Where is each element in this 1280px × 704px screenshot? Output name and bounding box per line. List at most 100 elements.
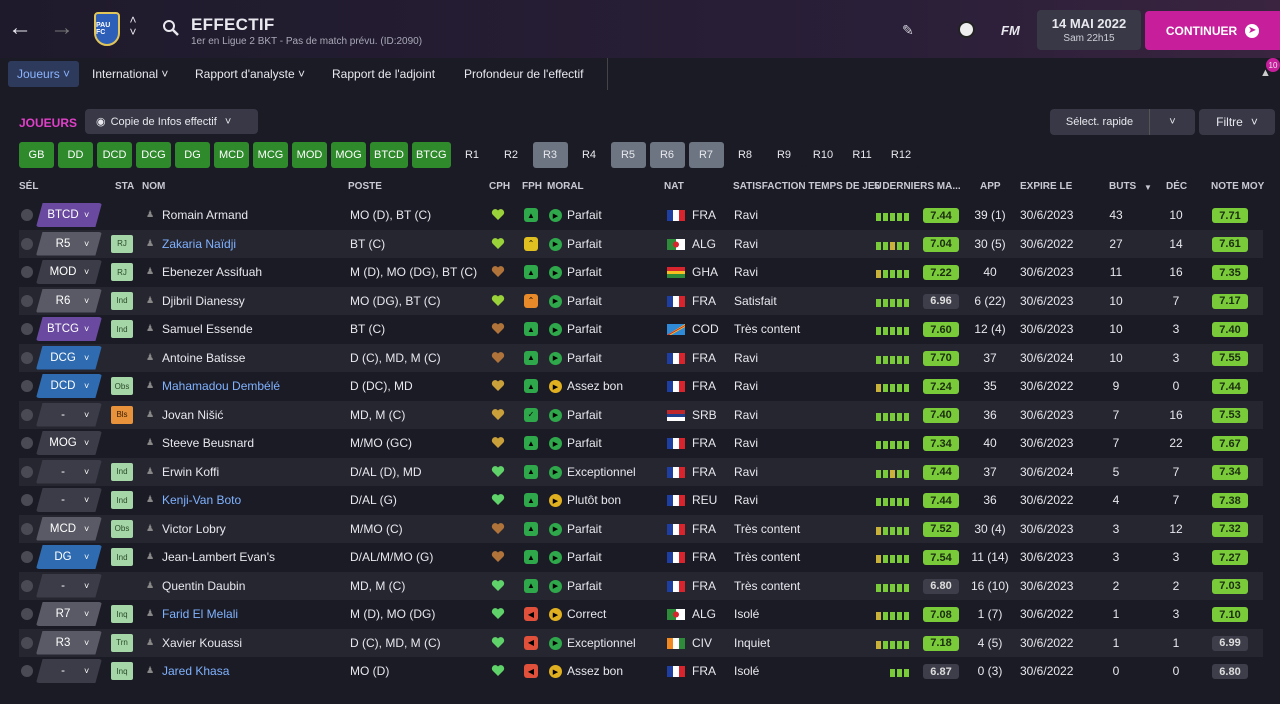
back-arrow-icon[interactable]: ← bbox=[6, 14, 34, 42]
table-row[interactable]: DG ˅ Ind ♟ Jean-Lambert Evan's D/AL/M/MO (G) ▲… bbox=[19, 543, 1263, 571]
player-nation[interactable]: FRA bbox=[692, 208, 716, 222]
menu-joueurs[interactable]: Joueurs ˅ bbox=[8, 61, 80, 87]
position-filter-r9[interactable]: R9 bbox=[766, 142, 802, 168]
col-derniers-matchs[interactable]: 5 DERNIERS MA... bbox=[874, 181, 961, 192]
table-row[interactable]: - ˅ Bls ♟ Jovan Nišić MD, M (C) ✓ ▶ Parfait SRB Ra… bbox=[19, 400, 1263, 429]
position-filter-r3[interactable]: R3 bbox=[532, 142, 568, 168]
position-filter-dcd[interactable]: DCD bbox=[97, 142, 132, 168]
selection-dropdown[interactable]: R7 ˅ bbox=[36, 602, 102, 626]
position-filter-mog[interactable]: MOG bbox=[331, 142, 366, 168]
row-select-checkbox[interactable] bbox=[21, 608, 33, 620]
status-badge[interactable]: Trn bbox=[111, 633, 133, 652]
player-nation[interactable]: CIV bbox=[692, 636, 712, 650]
status-badge[interactable]: Obs bbox=[111, 377, 133, 395]
row-select-checkbox[interactable] bbox=[21, 494, 33, 506]
table-row[interactable]: - ˅ Ind ♟ Kenji-Van Boto D/AL (G) ▲ ▶ Plutôt bon… bbox=[19, 486, 1263, 514]
table-row[interactable]: MOD ˅ RJ ♟ Ebenezer Assifuah M (D), MO (DG), … bbox=[19, 258, 1263, 286]
row-select-checkbox[interactable] bbox=[21, 522, 33, 535]
status-badge[interactable]: Obs bbox=[111, 519, 133, 538]
selection-dropdown[interactable]: MOG ˅ bbox=[36, 431, 102, 455]
status-badge[interactable]: Inq bbox=[111, 605, 133, 623]
selection-dropdown[interactable]: BTCD ˅ bbox=[36, 203, 102, 227]
table-row[interactable]: - ˅ Ind ♟ Erwin Koffi D/AL (D), MD ▲ ▶ Exception… bbox=[19, 457, 1263, 486]
col-dec[interactable]: DÉC bbox=[1166, 181, 1187, 192]
selection-dropdown[interactable]: - ˅ bbox=[36, 573, 102, 598]
player-nation[interactable]: ALG bbox=[692, 607, 716, 621]
menu-rapport-analyste[interactable]: Rapport d'analyste ˅ bbox=[186, 61, 314, 87]
col-sel[interactable]: SÉL bbox=[19, 181, 38, 192]
status-badge[interactable]: RJ bbox=[111, 263, 133, 281]
row-select-checkbox[interactable] bbox=[21, 266, 33, 278]
status-badge[interactable]: Inq bbox=[111, 662, 133, 680]
player-name[interactable]: Jared Khasa bbox=[162, 664, 229, 678]
row-select-checkbox[interactable] bbox=[21, 437, 33, 449]
player-nation[interactable]: GHA bbox=[692, 265, 718, 279]
position-filter-r11[interactable]: R11 bbox=[844, 142, 880, 168]
status-badge[interactable]: Ind bbox=[111, 291, 133, 310]
player-name[interactable]: Jovan Nišić bbox=[162, 408, 223, 422]
player-name[interactable]: Zakaria Naïdji bbox=[162, 237, 236, 251]
player-nation[interactable]: FRA bbox=[692, 664, 716, 678]
status-badge[interactable]: Ind bbox=[111, 320, 133, 338]
player-name[interactable]: Quentin Daubin bbox=[162, 579, 245, 593]
position-filter-dd[interactable]: DD bbox=[58, 142, 93, 168]
player-nation[interactable]: ALG bbox=[692, 237, 716, 251]
player-name[interactable]: Xavier Kouassi bbox=[162, 636, 242, 650]
player-nation[interactable]: FRA bbox=[692, 465, 716, 479]
row-select-checkbox[interactable] bbox=[21, 323, 33, 335]
selection-dropdown[interactable]: DCD ˅ bbox=[36, 374, 102, 398]
football-icon[interactable] bbox=[958, 21, 975, 38]
row-select-checkbox[interactable] bbox=[21, 237, 33, 250]
player-name[interactable]: Erwin Koffi bbox=[162, 465, 219, 479]
status-badge[interactable]: Ind bbox=[111, 548, 133, 566]
col-note[interactable]: NOTE MOY bbox=[1211, 181, 1264, 192]
table-row[interactable]: DCD ˅ Obs ♟ Mahamadou Dembélé D (DC), MD ▲ ▶ Ass… bbox=[19, 372, 1263, 400]
status-badge[interactable]: RJ bbox=[111, 234, 133, 253]
player-nation[interactable]: FRA bbox=[692, 351, 716, 365]
col-fph[interactable]: FPH bbox=[522, 181, 542, 192]
selection-dropdown[interactable]: MOD ˅ bbox=[36, 260, 102, 284]
player-name[interactable]: Romain Armand bbox=[162, 208, 248, 222]
position-filter-dcg[interactable]: DCG bbox=[136, 142, 171, 168]
player-nation[interactable]: FRA bbox=[692, 579, 716, 593]
row-select-checkbox[interactable] bbox=[21, 465, 33, 478]
col-cph[interactable]: CPH bbox=[489, 181, 510, 192]
position-filter-mcd[interactable]: MCD bbox=[214, 142, 249, 168]
col-moral[interactable]: MORAL bbox=[547, 181, 584, 192]
menu-rapport-adjoint[interactable]: Rapport de l'adjoint bbox=[323, 61, 444, 87]
row-select-checkbox[interactable] bbox=[21, 294, 33, 307]
chevron-down-icon[interactable]: ˅ bbox=[1150, 116, 1195, 128]
row-select-checkbox[interactable] bbox=[21, 551, 33, 563]
position-filter-mod[interactable]: MOD bbox=[292, 142, 327, 168]
selection-dropdown[interactable]: - ˅ bbox=[36, 459, 102, 484]
position-filter-gb[interactable]: GB bbox=[19, 142, 54, 168]
position-filter-btcd[interactable]: BTCD bbox=[370, 142, 408, 168]
position-filter-dg[interactable]: DG bbox=[175, 142, 210, 168]
table-row[interactable]: - ˅ Inq ♟ Jared Khasa MO (D) ◀ ▶ Assez bon FRA Iso… bbox=[19, 657, 1263, 685]
fm-logo[interactable]: FM bbox=[1001, 23, 1020, 38]
menu-international[interactable]: International ˅ bbox=[83, 61, 177, 87]
col-nat[interactable]: NAT bbox=[664, 181, 684, 192]
col-poste[interactable]: POSTE bbox=[348, 181, 382, 192]
notification-badge[interactable]: 10 bbox=[1266, 58, 1280, 72]
selection-dropdown[interactable]: R5 ˅ bbox=[36, 231, 102, 256]
position-filter-r4[interactable]: R4 bbox=[571, 142, 607, 168]
position-filter-btcg[interactable]: BTCG bbox=[411, 142, 451, 168]
status-badge[interactable]: Bls bbox=[111, 405, 133, 424]
table-row[interactable]: R6 ˅ Ind ♟ Djibril Dianessy MO (DG), BT (C) ⌃ ▶… bbox=[19, 286, 1263, 315]
selection-dropdown[interactable]: - ˅ bbox=[36, 488, 102, 512]
continue-button[interactable]: CONTINUER ➤ bbox=[1145, 11, 1280, 50]
position-filter-r1[interactable]: R1 bbox=[454, 142, 490, 168]
table-row[interactable]: BTCD ˅ ♟ Romain Armand MO (D), BT (C) ▲ ▶ Parfa… bbox=[19, 201, 1263, 229]
table-row[interactable]: R5 ˅ RJ ♟ Zakaria Naïdji BT (C) ⌃ ▶ Parfait ALG Ra… bbox=[19, 229, 1263, 258]
player-name[interactable]: Jean-Lambert Evan's bbox=[162, 550, 275, 564]
player-name[interactable]: Antoine Batisse bbox=[162, 351, 245, 365]
selection-dropdown[interactable]: R3 ˅ bbox=[36, 630, 102, 655]
player-nation[interactable]: FRA bbox=[692, 379, 716, 393]
table-row[interactable]: DCG ˅ ♟ Antoine Batisse D (C), MD, M (C) ▲ ▶ Pa… bbox=[19, 343, 1263, 372]
position-filter-r5[interactable]: R5 bbox=[610, 142, 646, 168]
player-name[interactable]: Victor Lobry bbox=[162, 522, 226, 536]
selection-dropdown[interactable]: MCD ˅ bbox=[36, 516, 102, 541]
status-badge[interactable]: Ind bbox=[111, 491, 133, 509]
player-name[interactable]: Djibril Dianessy bbox=[162, 294, 245, 308]
